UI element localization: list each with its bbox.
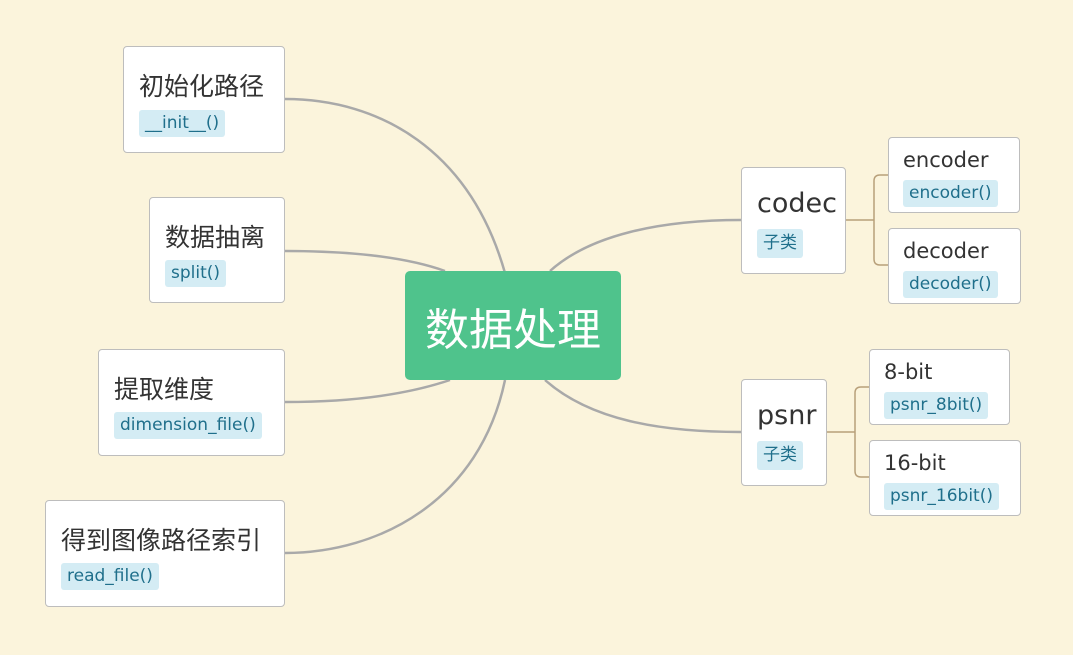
node-split-data[interactable]: 数据抽离 split(): [149, 197, 285, 303]
node-init-path[interactable]: 初始化路径 __init__(): [123, 46, 285, 153]
node-tag: encoder(): [903, 180, 998, 207]
node-16bit[interactable]: 16-bit psnr_16bit(): [869, 440, 1021, 516]
node-tag: 子类: [757, 441, 803, 470]
node-tag: __init__(): [139, 110, 226, 137]
branch-line-psnr: [544, 379, 742, 434]
node-title: psnr: [757, 400, 817, 431]
node-encoder[interactable]: encoder encoder(): [888, 137, 1020, 213]
branch-line-readfile: [284, 379, 507, 555]
node-tag: psnr_16bit(): [884, 483, 999, 510]
codec-bracket: [873, 174, 888, 266]
mindmap-canvas: 数据处理 初始化路径 __init__() 数据抽离 split() 提取维度 …: [0, 0, 1073, 655]
node-title: 16-bit: [884, 451, 946, 475]
node-psnr[interactable]: psnr 子类: [741, 379, 827, 486]
node-dimension[interactable]: 提取维度 dimension_file(): [98, 349, 285, 456]
branch-line-split: [284, 249, 446, 273]
node-codec[interactable]: codec 子类: [741, 167, 846, 274]
node-title: codec: [757, 188, 837, 219]
node-read-file[interactable]: 得到图像路径索引 read_file(): [45, 500, 285, 607]
root-node[interactable]: 数据处理: [405, 271, 621, 380]
node-title: 提取维度: [114, 375, 215, 404]
branch-line-codec: [549, 218, 742, 272]
psnr-bracket: [854, 386, 869, 478]
node-8bit[interactable]: 8-bit psnr_8bit(): [869, 349, 1010, 425]
node-tag: read_file(): [61, 563, 159, 590]
node-title: 得到图像路径索引: [61, 526, 262, 555]
node-tag: decoder(): [903, 271, 998, 298]
node-title: decoder: [903, 239, 989, 263]
root-label: 数据处理: [425, 304, 601, 356]
node-tag: split(): [165, 260, 227, 287]
node-title: 8-bit: [884, 360, 933, 384]
branch-line-dimension: [284, 378, 451, 404]
node-tag: dimension_file(): [114, 412, 262, 439]
node-tag: psnr_8bit(): [884, 392, 989, 419]
node-title: encoder: [903, 148, 989, 172]
branch-line-init: [284, 97, 507, 274]
node-title: 数据抽离: [165, 223, 266, 252]
node-decoder[interactable]: decoder decoder(): [888, 228, 1021, 304]
node-tag: 子类: [757, 229, 803, 258]
node-title: 初始化路径: [139, 72, 265, 101]
